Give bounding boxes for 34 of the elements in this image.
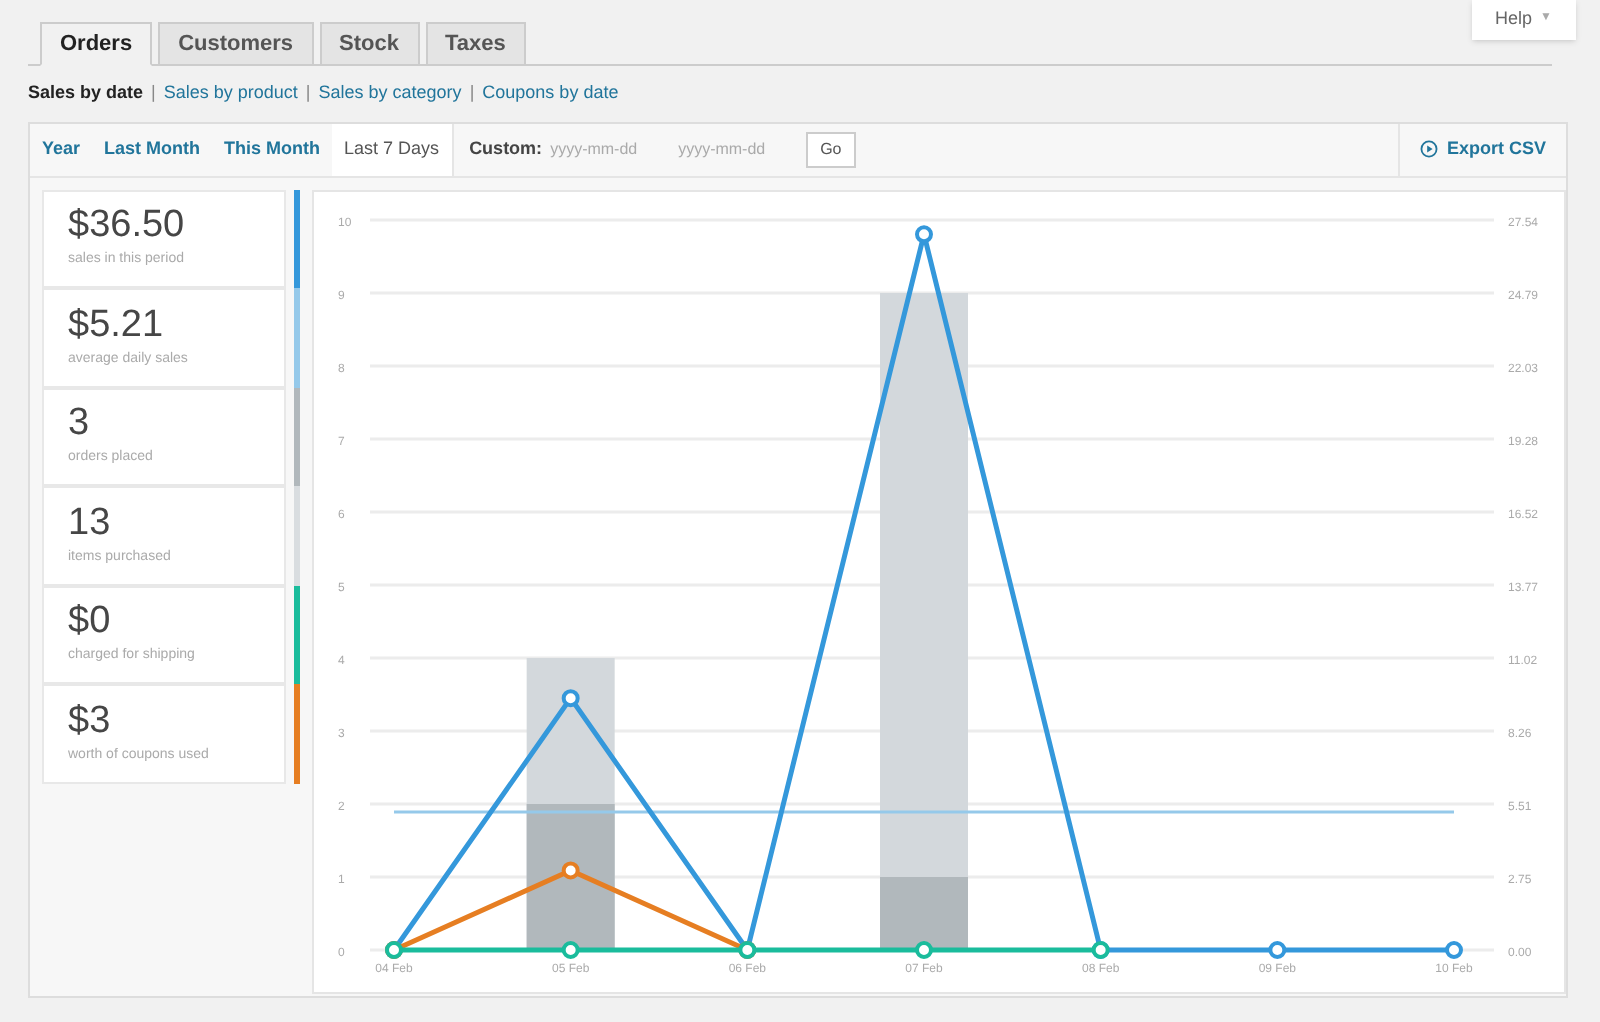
- point: [561, 940, 580, 958]
- range-tab[interactable]: Year: [30, 123, 93, 175]
- point: [1445, 940, 1463, 958]
- report-link[interactable]: Sales by date: [28, 80, 144, 107]
- legend-value: 13: [68, 503, 113, 541]
- point: [915, 224, 933, 243]
- tab[interactable]: Stock: [319, 22, 420, 66]
- tab[interactable]: Orders: [40, 22, 153, 66]
- report-link[interactable]: Sales by category: [318, 80, 462, 107]
- legend-value: $3: [68, 701, 113, 739]
- date-field[interactable]: yyyy-mm-dd: [678, 137, 799, 161]
- point: [561, 688, 580, 707]
- go-button[interactable]: Go: [806, 131, 856, 167]
- range-tab[interactable]: Last Month: [92, 123, 213, 175]
- range-tab[interactable]: This Month: [212, 123, 333, 175]
- date-field[interactable]: yyyy-mm-dd: [550, 137, 671, 161]
- point: [915, 940, 933, 958]
- legend-value: 3: [68, 404, 92, 442]
- legend-value: $5.21: [68, 305, 166, 343]
- legend-value: $0: [68, 602, 113, 640]
- separator: |: [303, 80, 313, 106]
- play-icon: [1420, 140, 1439, 158]
- export-csv-button[interactable]: Export CSV: [1400, 123, 1566, 175]
- separator: |: [149, 80, 158, 106]
- custom-label: Custom:: [469, 135, 543, 162]
- range-tab[interactable]: Last 7 Days: [332, 123, 452, 175]
- point: [1268, 940, 1287, 958]
- legend-value: $36.50: [68, 206, 187, 244]
- tab[interactable]: Taxes: [425, 22, 526, 66]
- report-link[interactable]: Sales by product: [163, 80, 298, 107]
- separator: |: [467, 80, 477, 106]
- point: [561, 860, 580, 879]
- tab[interactable]: Customers: [158, 22, 314, 66]
- report-link[interactable]: Coupons by date: [482, 80, 619, 107]
